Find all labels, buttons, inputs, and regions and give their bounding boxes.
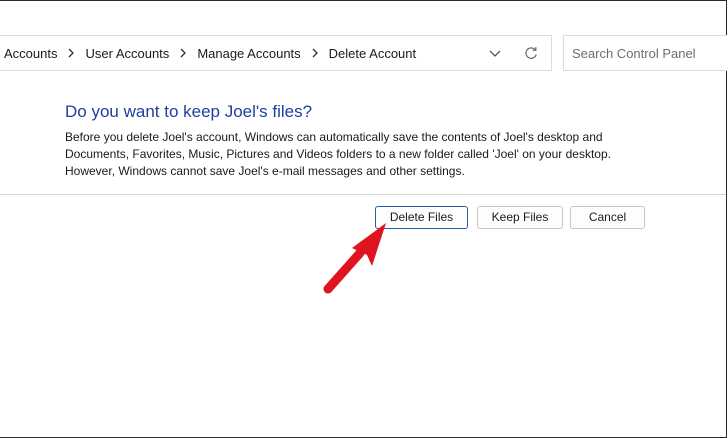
breadcrumb-item-manage-accounts[interactable]: Manage Accounts bbox=[197, 46, 300, 61]
search-input[interactable]: Search Control Panel bbox=[563, 35, 727, 71]
refresh-icon[interactable] bbox=[523, 45, 539, 61]
chevron-right-icon bbox=[66, 46, 76, 60]
keep-files-button[interactable]: Keep Files bbox=[477, 206, 563, 229]
address-bar[interactable]: Accounts User Accounts Manage Accounts D… bbox=[0, 35, 552, 71]
breadcrumb-item-user-accounts[interactable]: User Accounts bbox=[85, 46, 169, 61]
chevron-right-icon bbox=[178, 46, 188, 60]
breadcrumb-item-delete-account[interactable]: Delete Account bbox=[329, 46, 416, 61]
toolbar: Accounts User Accounts Manage Accounts D… bbox=[0, 1, 727, 105]
red-arrow-icon bbox=[323, 223, 386, 294]
search-placeholder: Search Control Panel bbox=[572, 46, 696, 61]
breadcrumb: Accounts User Accounts Manage Accounts D… bbox=[4, 36, 416, 70]
page-title: Do you want to keep Joel's files? bbox=[65, 102, 313, 121]
chevron-right-icon bbox=[310, 46, 320, 60]
cancel-button[interactable]: Cancel bbox=[570, 206, 645, 229]
breadcrumb-item-accounts[interactable]: Accounts bbox=[4, 46, 57, 61]
description-text: Before you delete Joel's account, Window… bbox=[65, 130, 611, 178]
divider bbox=[0, 194, 726, 195]
chevron-down-icon[interactable] bbox=[488, 47, 502, 59]
control-panel-window: Accounts User Accounts Manage Accounts D… bbox=[0, 0, 727, 438]
